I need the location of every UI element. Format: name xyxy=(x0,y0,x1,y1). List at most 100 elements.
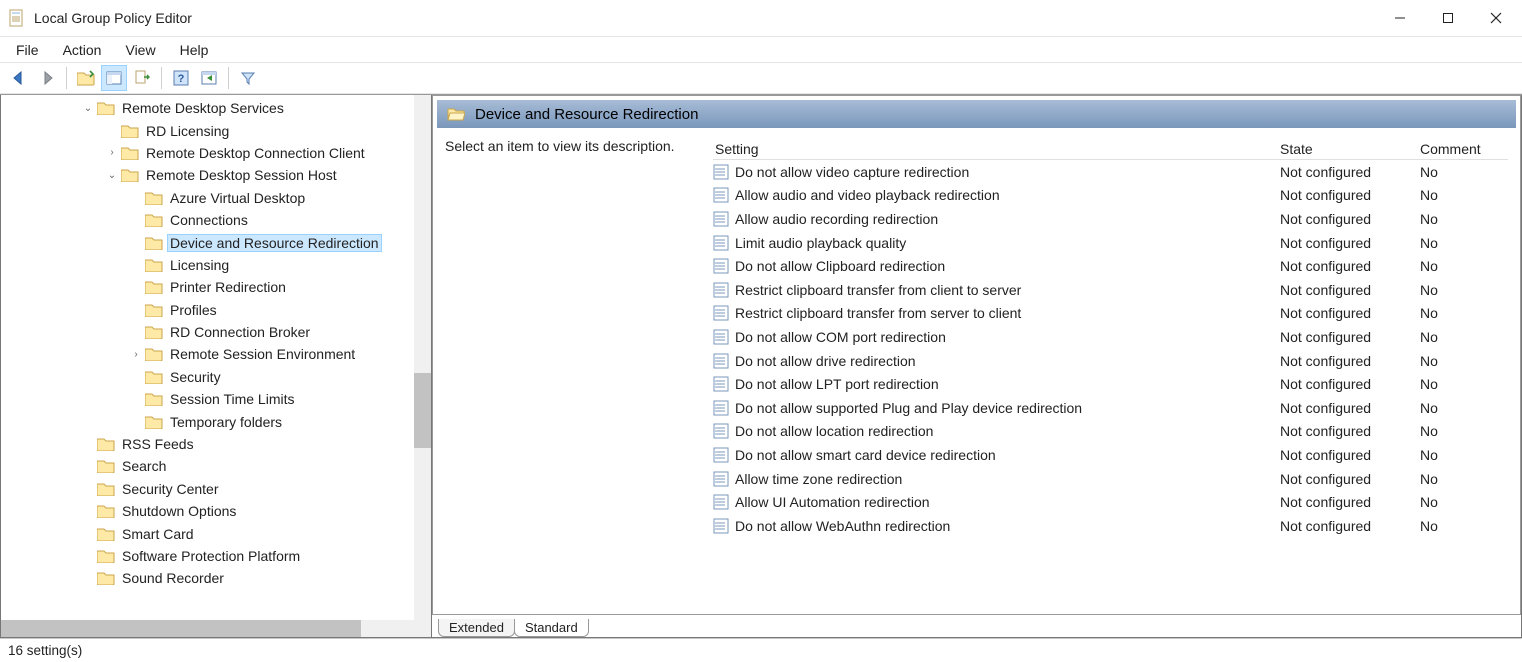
folder-icon xyxy=(145,212,163,228)
setting-row[interactable]: Do not allow LPT port redirectionNot con… xyxy=(713,372,1508,396)
scrollbar-thumb[interactable] xyxy=(414,373,431,448)
tree-item[interactable]: Security xyxy=(1,366,431,388)
help-button[interactable]: ? xyxy=(168,65,194,91)
collapse-icon[interactable]: ⌄ xyxy=(81,103,95,114)
setting-row[interactable]: Allow audio recording redirectionNot con… xyxy=(713,207,1508,231)
cell-comment: No xyxy=(1420,447,1508,463)
tree-item[interactable]: RSS Feeds xyxy=(1,433,431,455)
collapse-icon[interactable]: ⌄ xyxy=(105,170,119,181)
minimize-button[interactable] xyxy=(1376,0,1424,36)
policy-icon xyxy=(713,187,729,203)
cell-state: Not configured xyxy=(1280,164,1420,180)
tab-extended[interactable]: Extended xyxy=(438,619,515,637)
tree-scroll[interactable]: ⌄Remote Desktop ServicesRD Licensing›Rem… xyxy=(1,95,431,620)
cell-comment: No xyxy=(1420,305,1508,321)
tree-item[interactable]: Profiles xyxy=(1,299,431,321)
cell-comment: No xyxy=(1420,329,1508,345)
tree-item[interactable]: ›Remote Desktop Connection Client xyxy=(1,142,431,164)
cell-comment: No xyxy=(1420,518,1508,534)
setting-row[interactable]: Do not allow supported Plug and Play dev… xyxy=(713,396,1508,420)
cell-setting: Do not allow video capture redirection xyxy=(735,164,1280,180)
list-header[interactable]: Setting State Comment xyxy=(713,138,1508,160)
column-comment[interactable]: Comment xyxy=(1420,141,1508,157)
tree-item[interactable]: ›Remote Session Environment xyxy=(1,343,431,365)
tree-item-label: Licensing xyxy=(167,256,232,274)
cell-setting: Allow audio recording redirection xyxy=(735,211,1280,227)
tree-item[interactable]: Printer Redirection xyxy=(1,276,431,298)
tree-pane: ⌄Remote Desktop ServicesRD Licensing›Rem… xyxy=(0,95,432,638)
tree-item-label: Sound Recorder xyxy=(119,569,227,587)
tree-item[interactable]: Azure Virtual Desktop xyxy=(1,187,431,209)
menu-action[interactable]: Action xyxy=(51,38,114,62)
setting-row[interactable]: Allow audio and video playback redirecti… xyxy=(713,184,1508,208)
toolbar-separator xyxy=(161,67,162,89)
nav-forward-button[interactable] xyxy=(34,65,60,91)
properties-button[interactable] xyxy=(196,65,222,91)
tree-item[interactable]: Software Protection Platform xyxy=(1,545,431,567)
tree-item-label: Printer Redirection xyxy=(167,278,289,296)
show-hide-tree-button[interactable] xyxy=(101,65,127,91)
folder-icon xyxy=(97,436,115,452)
cell-comment: No xyxy=(1420,282,1508,298)
cell-setting: Allow time zone redirection xyxy=(735,471,1280,487)
column-state[interactable]: State xyxy=(1280,141,1420,157)
tree-item[interactable]: Security Center xyxy=(1,478,431,500)
menu-help[interactable]: Help xyxy=(168,38,221,62)
tree-item[interactable]: Sound Recorder xyxy=(1,567,431,589)
tab-standard[interactable]: Standard xyxy=(514,619,589,637)
cell-setting: Limit audio playback quality xyxy=(735,235,1280,251)
cell-comment: No xyxy=(1420,423,1508,439)
scrollbar-thumb[interactable] xyxy=(1,620,361,637)
setting-row[interactable]: Restrict clipboard transfer from server … xyxy=(713,302,1508,326)
setting-row[interactable]: Do not allow video capture redirectionNo… xyxy=(713,160,1508,184)
column-setting[interactable]: Setting xyxy=(713,141,1280,157)
cell-comment: No xyxy=(1420,400,1508,416)
tree-item-label: Remote Desktop Session Host xyxy=(143,166,340,184)
folder-icon xyxy=(145,279,163,295)
tree-horizontal-scrollbar[interactable] xyxy=(1,620,431,637)
tree-item[interactable]: RD Licensing xyxy=(1,119,431,141)
tree-item[interactable]: Temporary folders xyxy=(1,410,431,432)
menu-file[interactable]: File xyxy=(4,38,51,62)
setting-row[interactable]: Limit audio playback qualityNot configur… xyxy=(713,231,1508,255)
setting-row[interactable]: Do not allow drive redirectionNot config… xyxy=(713,349,1508,373)
nav-back-button[interactable] xyxy=(6,65,32,91)
tree-item[interactable]: Session Time Limits xyxy=(1,388,431,410)
expand-icon[interactable]: › xyxy=(105,147,119,158)
setting-row[interactable]: Restrict clipboard transfer from client … xyxy=(713,278,1508,302)
export-button[interactable] xyxy=(129,65,155,91)
tree-item[interactable]: Smart Card xyxy=(1,522,431,544)
tree-item[interactable]: Device and Resource Redirection xyxy=(1,231,431,253)
tree-vertical-scrollbar[interactable] xyxy=(414,95,431,620)
filter-button[interactable] xyxy=(235,65,261,91)
tree-item[interactable]: Licensing xyxy=(1,254,431,276)
cell-state: Not configured xyxy=(1280,400,1420,416)
tree-item[interactable]: ⌄ Remote Desktop Session Host xyxy=(1,164,431,186)
cell-comment: No xyxy=(1420,258,1508,274)
setting-row[interactable]: Do not allow COM port redirectionNot con… xyxy=(713,325,1508,349)
menu-view[interactable]: View xyxy=(113,38,167,62)
tree-item-label: Profiles xyxy=(167,301,220,319)
toolbar-separator xyxy=(228,67,229,89)
setting-row[interactable]: Do not allow Clipboard redirectionNot co… xyxy=(713,254,1508,278)
folder-icon xyxy=(145,257,163,273)
setting-row[interactable]: Do not allow location redirectionNot con… xyxy=(713,420,1508,444)
cell-state: Not configured xyxy=(1280,282,1420,298)
tree-item[interactable]: ⌄Remote Desktop Services xyxy=(1,97,431,119)
tree-item[interactable]: Shutdown Options xyxy=(1,500,431,522)
setting-row[interactable]: Allow time zone redirectionNot configure… xyxy=(713,467,1508,491)
tree-item[interactable]: RD Connection Broker xyxy=(1,321,431,343)
setting-row[interactable]: Do not allow smart card device redirecti… xyxy=(713,443,1508,467)
tree-item[interactable]: Search xyxy=(1,455,431,477)
cell-state: Not configured xyxy=(1280,235,1420,251)
close-button[interactable] xyxy=(1472,0,1520,36)
setting-row[interactable]: Allow UI Automation redirectionNot confi… xyxy=(713,490,1508,514)
up-button[interactable] xyxy=(73,65,99,91)
folder-icon xyxy=(97,570,115,586)
maximize-button[interactable] xyxy=(1424,0,1472,36)
tree-item[interactable]: Connections xyxy=(1,209,431,231)
setting-row[interactable]: Do not allow WebAuthn redirectionNot con… xyxy=(713,514,1508,538)
expand-icon[interactable]: › xyxy=(129,349,143,360)
menubar: File Action View Help xyxy=(0,36,1522,62)
svg-text:?: ? xyxy=(178,73,185,85)
